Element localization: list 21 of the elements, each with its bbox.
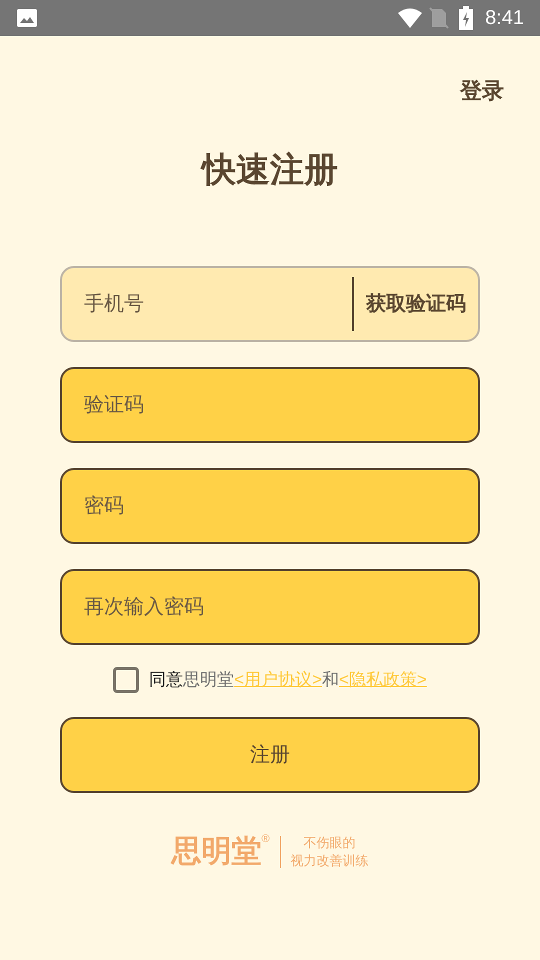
- battery-charging-icon: [459, 6, 474, 30]
- logo-slogan: 不伤眼的: [304, 834, 356, 852]
- no-sim-icon: [429, 7, 450, 29]
- input-field[interactable]: 密码: [60, 468, 480, 544]
- registered-mark: ®: [261, 832, 270, 847]
- input-field[interactable]: 验证码: [60, 367, 480, 443]
- image-icon: [16, 8, 38, 28]
- get-code-button[interactable]: 获取验证码: [354, 289, 478, 319]
- agreement-checkbox[interactable]: [113, 667, 140, 693]
- clock-time: 8:41: [485, 6, 524, 31]
- agreement-text: 和: [322, 669, 339, 692]
- register-button[interactable]: 注册: [60, 717, 480, 793]
- login-link[interactable]: 登录: [460, 74, 504, 107]
- input-field[interactable]: 再次输入密码: [60, 569, 480, 645]
- page-title: 快速注册: [202, 150, 338, 191]
- logo-wordmark: 思明堂: [171, 834, 262, 870]
- wifi-icon: [397, 7, 424, 29]
- logo-slogan: 视力改善训练: [290, 852, 369, 870]
- agreement-text: 同意: [149, 669, 184, 692]
- agreement-text: 思明堂: [183, 669, 234, 692]
- input-field[interactable]: 手机号 获取验证码: [60, 266, 480, 342]
